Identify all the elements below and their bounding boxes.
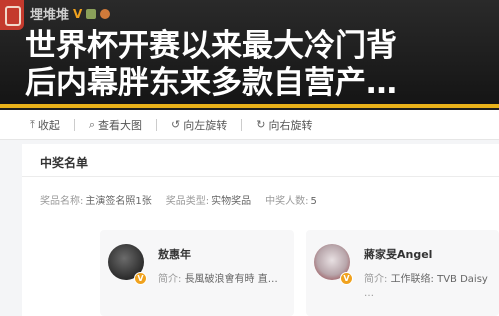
winner-count-value: 5 — [310, 196, 317, 207]
headline-line-2: 后内幕胖东来多款自营产… — [25, 65, 397, 101]
accent-bar — [0, 104, 499, 108]
account-avatar[interactable] — [0, 0, 24, 30]
headline-line-1: 世界杯开赛以来最大冷门背 — [25, 28, 397, 64]
winner-name[interactable]: 敖惠年 — [158, 246, 191, 262]
view-large-label: 查看大图 — [98, 118, 143, 132]
bio-label: 简介: — [364, 274, 388, 285]
rotate-right-icon: ↻ — [256, 118, 266, 131]
collapse-icon: ⤒ — [30, 117, 35, 131]
winner-list-card: 中奖名单 奖品名称: 主演签名照1张 奖品类型: 实物奖品 中奖人数: 5 V 敖惠年… — [22, 144, 499, 316]
rotate-left-icon: ↺ — [171, 118, 181, 131]
account-name[interactable]: 埋堆堆 — [30, 4, 69, 23]
rotate-left-button[interactable]: ↺ 向左旋转 — [171, 117, 227, 133]
view-large-button[interactable]: ⌕ 查看大图 — [89, 117, 142, 133]
card-title: 中奖名单 — [40, 156, 89, 170]
prize-type-value: 实物奖品 — [211, 196, 252, 207]
divider — [156, 118, 158, 131]
news-banner: 埋堆堆 V 世界杯开赛以来最大冷门背 后内幕胖东来多款自营产… — [0, 0, 499, 108]
winner-bio: 简介: 長風破浪會有時 直… — [158, 270, 288, 285]
winner-count-label: 中奖人数: — [265, 196, 309, 207]
rotate-right-button[interactable]: ↻ 向右旋转 — [256, 117, 312, 133]
prize-name-value: 主演签名照1张 — [85, 196, 152, 207]
prize-name-label: 奖品名称: — [40, 196, 84, 207]
badge-icon — [86, 8, 97, 19]
collapse-button[interactable]: ⤒ 收起 — [30, 117, 60, 133]
winner-bio: 简介: 工作联络: TVB Daisy — [364, 270, 494, 285]
divider — [22, 176, 499, 177]
winner-name[interactable]: 蔣家旻Angel — [364, 246, 432, 262]
prize-type: 奖品类型: 实物奖品 — [166, 192, 251, 207]
divider — [73, 118, 75, 131]
bio-more: … — [364, 288, 374, 299]
screenshot-panel: ⤒ 收起 ⌕ 查看大图 ↺ 向左旋转 ↻ 向右旋转 中奖名单 奖品名称: 主演签名… — [0, 110, 499, 316]
bio-label: 简介: — [158, 274, 182, 285]
verified-icon: V — [340, 272, 353, 285]
prize-type-label: 奖品类型: — [165, 196, 210, 207]
account-row: 埋堆堆 V — [30, 4, 111, 23]
divider — [241, 118, 243, 131]
image-toolbar: ⤒ 收起 ⌕ 查看大图 ↺ 向左旋转 ↻ 向右旋转 — [0, 110, 499, 140]
verified-icon: V — [134, 272, 147, 285]
verified-badge: V — [73, 6, 83, 21]
winner-card[interactable]: V 蔣家旻Angel 简介: 工作联络: TVB Daisy … — [306, 230, 499, 316]
badge-icon — [100, 8, 111, 19]
prize-meta: 奖品名称: 主演签名照1张 奖品类型: 实物奖品 中奖人数: 5 — [40, 192, 317, 207]
headline: 世界杯开赛以来最大冷门背 后内幕胖东来多款自营产… — [25, 28, 493, 102]
bio-text: 長風破浪會有時 直… — [184, 274, 278, 285]
zoom-icon: ⌕ — [88, 117, 96, 131]
bio-text: 工作联络: TVB Daisy — [390, 274, 488, 285]
winner-count: 中奖人数: 5 — [265, 192, 317, 207]
winner-card[interactable]: V 敖惠年 简介: 長風破浪會有時 直… — [100, 230, 294, 316]
rotate-right-label: 向右旋转 — [268, 118, 313, 132]
prize-name: 奖品名称: 主演签名照1张 — [40, 192, 152, 207]
collapse-label: 收起 — [37, 118, 60, 132]
rotate-left-label: 向左旋转 — [183, 118, 228, 132]
